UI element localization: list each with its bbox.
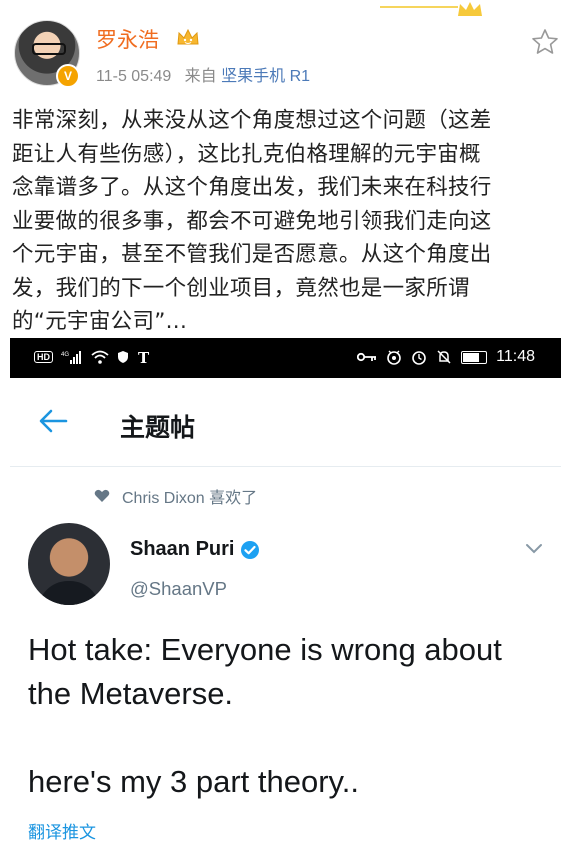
tweet-author-handle[interactable]: @ShaanVP: [130, 578, 227, 600]
battery-icon: [461, 350, 488, 364]
post-line: 发，我们的下一个创业项目，竟然也是一家所谓: [12, 275, 470, 301]
liked-by-text: Chris Dixon 喜欢了: [122, 490, 258, 507]
post-time: 11-5 05:49: [96, 68, 172, 85]
vip-crown-icon: [177, 28, 199, 45]
eye-comfort-icon: [387, 350, 401, 365]
decoration-line: [380, 6, 458, 8]
avatar-glasses: [32, 43, 66, 55]
back-arrow-icon[interactable]: [38, 408, 68, 434]
status-time: 11:48: [496, 348, 535, 365]
post-body: 非常深刻，从来没从这个角度想过这个问题（这差 距让人有些伤感），这比扎克伯格理解…: [12, 104, 567, 339]
decoration-crown-icon: [458, 2, 482, 16]
alarm-icon: [412, 351, 426, 365]
thread-title: 主题帖: [120, 413, 196, 442]
translate-tweet-link[interactable]: 翻译推文: [28, 818, 96, 843]
social-context-row[interactable]: Chris Dixon 喜欢了: [94, 484, 257, 508]
weibo-post-header: V 罗永浩 11-5 05:49 来自 坚果手机 R1: [0, 0, 577, 96]
tweet-line: the Metaverse.: [28, 676, 234, 711]
verified-v-badge: V: [56, 64, 80, 88]
nyt-logo-icon: T: [138, 349, 150, 365]
key-icon: [357, 352, 377, 362]
mute-bell-icon: [437, 350, 451, 364]
post-line: 距让人有些伤感），这比扎克伯格理解的元宇宙概: [12, 141, 481, 167]
signal-4g-label: 4G: [61, 352, 69, 358]
tweet-line: here's my 3 part theory..: [28, 764, 359, 799]
post-meta: 11-5 05:49 来自 坚果手机 R1: [96, 62, 310, 86]
favorite-star-icon[interactable]: [530, 27, 560, 57]
twitter-screenshot: 主题帖 Chris Dixon 喜欢了 Shaan Puri @ShaanVP …: [10, 378, 561, 847]
author-username[interactable]: 罗永浩: [96, 24, 159, 54]
svg-text:T: T: [138, 349, 150, 365]
signal-icon: 4G: [61, 351, 81, 364]
heart-icon: [94, 489, 110, 502]
post-line: 非常深刻，从来没从这个角度想过这个问题（这差: [12, 108, 492, 133]
post-line: 业要做的很多事，都会不可避免地引领我们走向这: [12, 208, 492, 234]
chevron-down-icon[interactable]: [524, 541, 544, 555]
tweet-line: Hot take: Everyone is wrong about: [28, 632, 502, 667]
post-line: 的“元宇宙公司”...: [12, 309, 188, 334]
post-source-prefix: 来自: [184, 68, 217, 85]
twitter-top-bar: 主题帖: [10, 378, 561, 467]
status-right-icons: 11:48: [357, 348, 535, 366]
post-line: 个元宇宙，甚至不管我们是否愿意。从这个角度出: [12, 242, 492, 267]
hd-indicator: HD: [34, 351, 53, 363]
avatar-shirt: [38, 581, 100, 605]
tweet-author-name: Shaan Puri: [130, 538, 235, 560]
verified-badge-icon: [241, 540, 260, 559]
tweet-author-name-row[interactable]: Shaan Puri: [130, 538, 260, 561]
status-left-icons: HD 4G T: [34, 349, 153, 365]
post-line: 念靠谱多了。从这个角度出发，我们未来在科技行: [12, 175, 492, 200]
tweet-text: Hot take: Everyone is wrong about the Me…: [28, 628, 548, 804]
phone-status-bar: HD 4G T 11:48: [10, 338, 561, 378]
shield-icon: [118, 351, 128, 363]
post-source-device[interactable]: 坚果手机 R1: [221, 68, 310, 85]
tweet-author-avatar[interactable]: [28, 523, 110, 605]
wifi-icon: [91, 350, 109, 364]
